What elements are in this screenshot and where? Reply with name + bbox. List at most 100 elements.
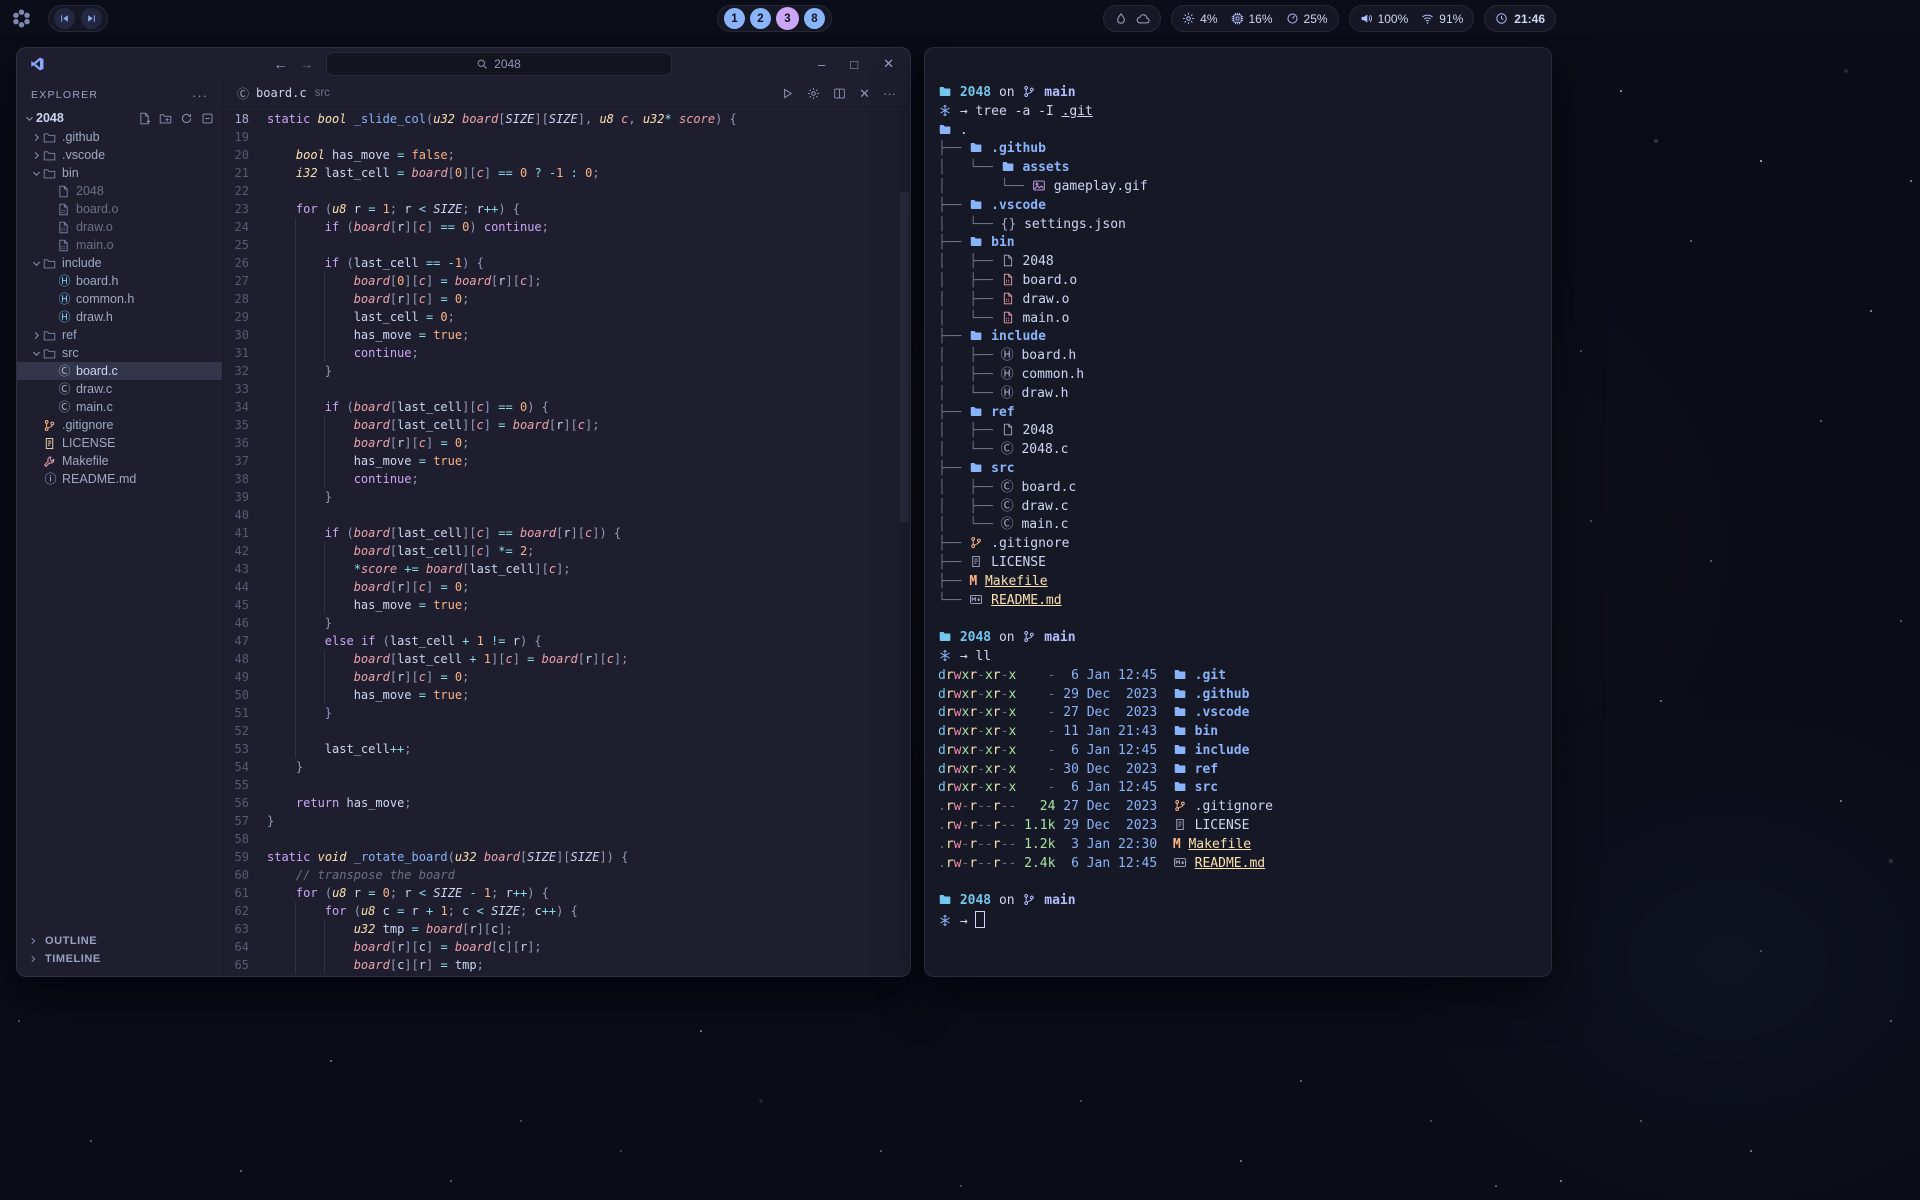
foldero-icon: [43, 347, 56, 360]
terminal-line: ├── M Makefile: [938, 573, 1543, 592]
workspace-2[interactable]: 2: [750, 8, 771, 29]
code-line-22: 22: [223, 182, 910, 200]
tab-bar: Ⓒ board.c src ✕ ···: [223, 80, 910, 107]
outline-panel[interactable]: OUTLINE: [17, 932, 222, 950]
terminal-line: │ ├── board.o: [938, 272, 1543, 291]
command-center-search[interactable]: 2048: [326, 52, 672, 76]
new-file-icon[interactable]: [138, 112, 151, 125]
terminal-line: drwxr-xr-x - 30 Dec 2023 ref: [938, 761, 1543, 780]
h-file-icon: Ⓗ: [57, 311, 72, 323]
chev-down-icon: [29, 256, 43, 270]
tree-item-.vscode[interactable]: .vscode: [17, 146, 222, 164]
tree-item-board.c[interactable]: Ⓒboard.c: [17, 362, 222, 380]
wifi-stat[interactable]: 91%: [1421, 12, 1463, 26]
timeline-panel[interactable]: TIMELINE: [17, 950, 222, 968]
tree-item-label: README.md: [62, 472, 136, 486]
terminal-line: [938, 610, 1543, 629]
explorer-more-icon[interactable]: ···: [192, 88, 208, 103]
media-next-button[interactable]: [81, 8, 102, 29]
chev-right-icon: [29, 148, 43, 162]
file-tree: .github .vscodebin2048board.odraw.omain.o…: [17, 128, 222, 488]
terminal-line: .rw-r--r-- 1.2k 3 Jan 22:30 M Makefile: [938, 836, 1543, 855]
terminal-line: └── README.md: [938, 592, 1543, 611]
folder-icon: [1173, 780, 1187, 793]
h-file-icon: Ⓗ: [57, 293, 72, 305]
tree-item-2048[interactable]: 2048: [17, 182, 222, 200]
tree-item-common.h[interactable]: Ⓗcommon.h: [17, 290, 222, 308]
tab-board-c[interactable]: Ⓒ board.c src: [237, 85, 330, 102]
run-file-icon[interactable]: [781, 87, 794, 100]
code-editor[interactable]: 18static bool _slide_col(u32 board[SIZE]…: [223, 107, 910, 976]
tree-item-draw.o[interactable]: draw.o: [17, 218, 222, 236]
more-actions-icon[interactable]: ···: [883, 87, 896, 100]
workspace-3[interactable]: 3: [776, 7, 799, 30]
settings-gear-icon[interactable]: [807, 87, 820, 100]
terminal-line: 2048 on main: [938, 629, 1543, 648]
code-line-59: 59static void _rotate_board(u32 board[SI…: [223, 848, 910, 866]
nav-back-button[interactable]: ←: [274, 56, 288, 72]
snow-icon: [938, 104, 952, 117]
top-bar: 1238 4% 16% 25% 100% 91% 21:46: [0, 0, 1920, 37]
editor-scrollbar[interactable]: [900, 192, 909, 522]
tree-item-bin[interactable]: bin: [17, 164, 222, 182]
close-editor-icon[interactable]: ✕: [859, 87, 870, 100]
terminal-line: │ ├── Ⓗ board.h: [938, 347, 1543, 366]
refresh-icon[interactable]: [180, 112, 193, 125]
image-icon: [1032, 179, 1046, 192]
tree-item-Makefile[interactable]: Makefile: [17, 452, 222, 470]
tree-item-board.h[interactable]: Ⓗboard.h: [17, 272, 222, 290]
audio-network: 100% 91%: [1349, 5, 1475, 32]
tree-item-label: .github: [62, 130, 100, 144]
foldero-icon: [43, 329, 56, 342]
tree-item-src[interactable]: src: [17, 344, 222, 362]
terminal-line: drwxr-xr-x - 6 Jan 12:45 .git: [938, 667, 1543, 686]
tree-item-draw.h[interactable]: Ⓗdraw.h: [17, 308, 222, 326]
tree-item-LICENSE[interactable]: LICENSE: [17, 434, 222, 452]
workspace-switcher: 1238: [717, 5, 832, 32]
folder-icon: [969, 198, 983, 211]
workspace-8[interactable]: 8: [804, 8, 825, 29]
project-header[interactable]: 2048: [17, 108, 222, 128]
code-line-25: 25: [223, 236, 910, 254]
tree-item-label: Makefile: [62, 454, 109, 468]
tree-item-label: main.c: [76, 400, 113, 414]
tree-item-main.o[interactable]: main.o: [17, 236, 222, 254]
terminal-line: .: [938, 122, 1543, 141]
code-line-24: 24 if (board[r][c] == 0) continue;: [223, 218, 910, 236]
terminal-line: │ ├── 2048: [938, 422, 1543, 441]
code-line-18: 18static bool _slide_col(u32 board[SIZE]…: [223, 110, 910, 128]
tree-item-main.c[interactable]: Ⓒmain.c: [17, 398, 222, 416]
weather-widget[interactable]: [1103, 5, 1161, 32]
split-editor-icon[interactable]: [833, 87, 846, 100]
tree-item-.gitignore[interactable]: .gitignore: [17, 416, 222, 434]
tree-item-.github[interactable]: .github: [17, 128, 222, 146]
tree-item-ref[interactable]: ref: [17, 326, 222, 344]
binfile-icon: [1001, 311, 1015, 324]
nav-forward-button[interactable]: →: [300, 56, 314, 72]
chev-right-icon: [29, 130, 43, 144]
tree-item-draw.c[interactable]: Ⓒdraw.c: [17, 380, 222, 398]
foldero-icon: [43, 167, 56, 180]
minimize-button[interactable]: –: [818, 57, 825, 72]
code-line-46: 46 }: [223, 614, 910, 632]
new-folder-icon[interactable]: [159, 112, 172, 125]
media-prev-button[interactable]: [54, 8, 75, 29]
close-button[interactable]: ✕: [883, 56, 894, 72]
maximize-button[interactable]: □: [850, 57, 858, 72]
code-line-52: 52: [223, 722, 910, 740]
terminal-window[interactable]: 2048 on main → tree -a -I .git .├── .git…: [924, 47, 1552, 977]
workspace-1[interactable]: 1: [724, 8, 745, 29]
tree-item-board.o[interactable]: board.o: [17, 200, 222, 218]
clock-icon: [1495, 12, 1508, 25]
project-name: 2048: [36, 111, 64, 125]
clock-widget[interactable]: 21:46: [1484, 5, 1556, 32]
terminal-line: ├── src: [938, 460, 1543, 479]
collapse-all-icon[interactable]: [201, 112, 214, 125]
launcher-icon[interactable]: [11, 8, 32, 29]
tree-item-include[interactable]: include: [17, 254, 222, 272]
volume-stat[interactable]: 100%: [1360, 12, 1409, 26]
tree-item-README.md[interactable]: ⓘREADME.md: [17, 470, 222, 488]
code-line-21: 21 i32 last_cell = board[0][c] == 0 ? -1…: [223, 164, 910, 182]
code-line-64: 64 board[r][c] = board[c][r];: [223, 938, 910, 956]
terminal-line: │ └── gameplay.gif: [938, 178, 1543, 197]
